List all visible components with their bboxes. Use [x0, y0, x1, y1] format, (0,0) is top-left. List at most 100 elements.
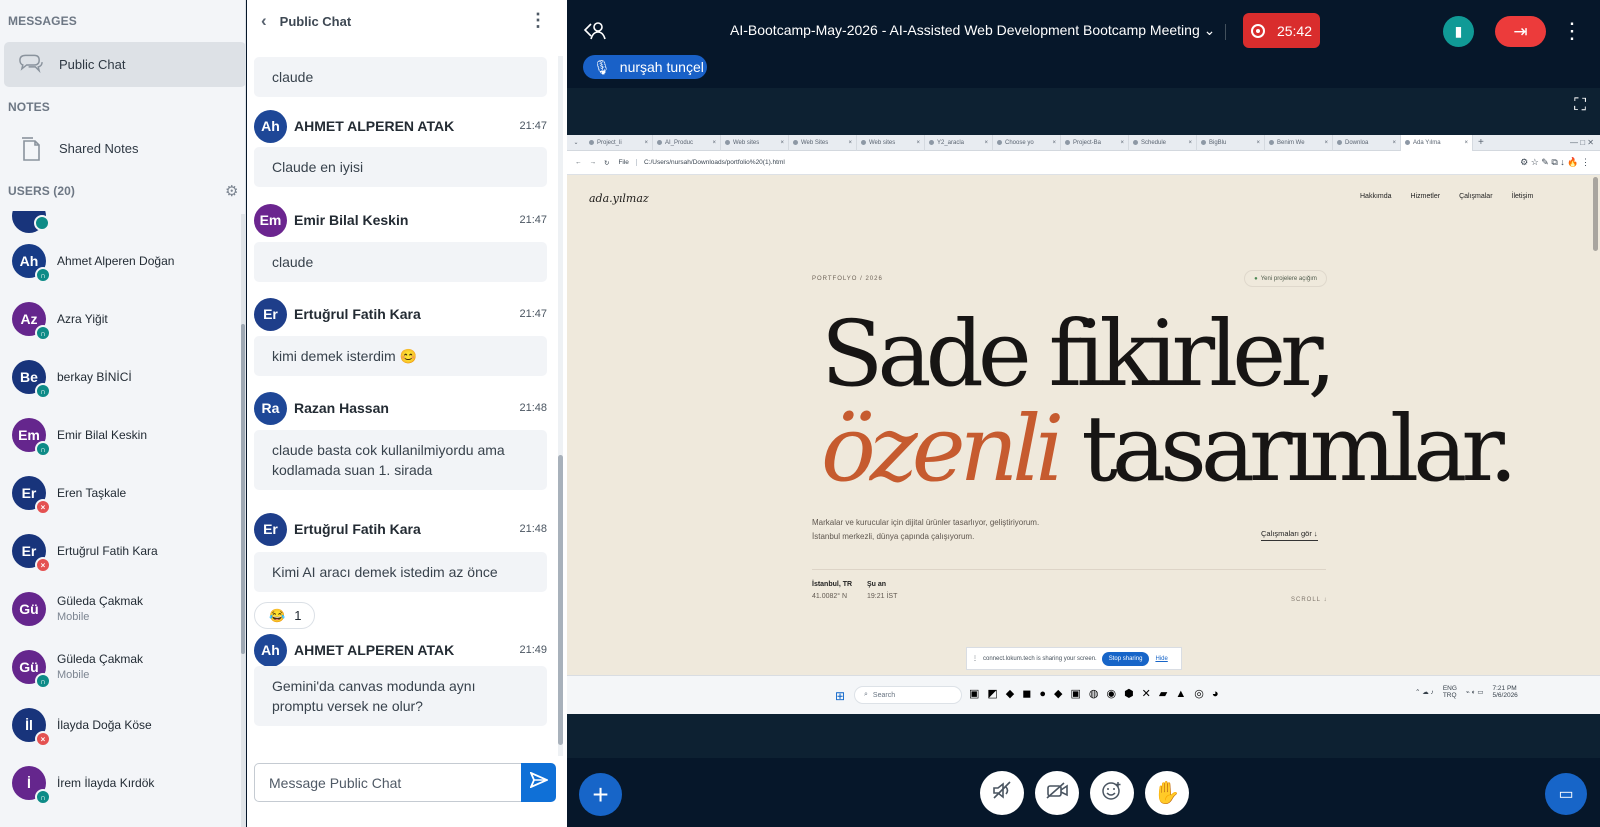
sender-initials: Er [263, 521, 278, 537]
user-list-item[interactable]: Az ∩ Azra Yiğit [0, 290, 240, 348]
tab-chevron-icon[interactable]: ⌄ [567, 139, 585, 146]
browser-tab[interactable]: Choose yo × [993, 135, 1061, 151]
send-button[interactable] [521, 763, 556, 802]
browser-tab[interactable]: Schedule × [1129, 135, 1197, 151]
close-icon[interactable]: × [780, 140, 784, 146]
browser-tab[interactable]: BigBlu × [1197, 135, 1265, 151]
chat-scrollbar[interactable] [558, 56, 563, 756]
reactions-button[interactable] [1090, 771, 1134, 815]
gear-icon[interactable]: ⚙ [225, 182, 238, 200]
users-list: Ah ∩ Ahmet Alperen Doğan Az ∩ Azra Yiğit Be ∩ be… [0, 211, 240, 827]
windows-taskbar: ⊞ ⌕ Search ▣◩◆◼●◆▣◍◉⬢✕▰▲◎◕ ⌃ ☁ ♪ ENG TRQ ⌁… [567, 675, 1600, 714]
message-input[interactable]: Message Public Chat [254, 763, 550, 802]
portfolio-logo[interactable]: ada.yılmaz [589, 192, 649, 205]
close-icon[interactable]: × [1256, 140, 1260, 146]
availability-badge[interactable]: ● Yeni projelere açığım [1244, 270, 1327, 287]
reload-icon[interactable]: ↻ [604, 159, 609, 167]
plus-icon: + [592, 778, 609, 810]
public-chat-nav-item[interactable]: Public Chat [4, 42, 245, 87]
leave-meeting-button[interactable]: ⇥ [1495, 16, 1546, 47]
recording-timer-button[interactable]: 25:42 [1243, 13, 1320, 48]
language-indicator[interactable]: ENG TRQ [1443, 685, 1457, 699]
tab-label: Y2_aracla [937, 139, 965, 146]
user-list-item[interactable]: Er × Ertuğrul Fatih Kara [0, 522, 240, 580]
browser-tab[interactable]: Downloa × [1333, 135, 1401, 151]
browser-tab[interactable]: Ada Yılma × [1401, 135, 1473, 151]
raise-hand-button[interactable]: ✋ [1145, 771, 1189, 815]
close-icon[interactable]: × [1392, 140, 1396, 146]
forward-icon[interactable]: → [590, 159, 597, 166]
message-bubble: claude [254, 57, 547, 97]
connection-status-button[interactable]: ▮ [1443, 16, 1474, 47]
browser-tab[interactable]: Project_li × [585, 135, 653, 151]
plus-actions-button[interactable]: + [579, 773, 622, 816]
meeting-title[interactable]: AI-Bootcamp-May-2026 - AI-Assisted Web D… [730, 22, 1215, 39]
language-line-1: ENG [1442, 685, 1457, 692]
camera-button[interactable] [1035, 771, 1079, 815]
browser-tab[interactable]: AI_Produc × [653, 135, 721, 151]
close-icon[interactable]: × [712, 140, 716, 146]
close-icon[interactable]: × [848, 140, 852, 146]
back-icon[interactable]: ← [575, 159, 582, 166]
new-tab-icon[interactable]: + [1478, 137, 1484, 148]
kebab-menu-icon[interactable]: ⋮ [1561, 18, 1583, 44]
browser-tab[interactable]: Benim We × [1265, 135, 1333, 151]
browser-tab[interactable]: Web Sites × [789, 135, 857, 151]
user-list-item[interactable]: Be ∩ berkay BİNİCİ [0, 348, 240, 406]
taskbar-search[interactable]: ⌕ Search [854, 686, 962, 704]
user-list-item[interactable]: İl × İlayda Doğa Köse [0, 696, 240, 754]
share-notice-text: connect.lokum.tech is sharing your scree… [983, 655, 1097, 662]
back-chevron-icon[interactable]: ‹ [261, 11, 267, 31]
network-volume-icons[interactable]: ⌁ ◐ ▭ [1466, 688, 1484, 696]
portfolio-nav-link[interactable]: Çalışmalar [1459, 193, 1492, 200]
message-bubble: Kimi AI aracı demek istedim az önce [254, 552, 547, 592]
system-clock[interactable]: 7:21 PM 5/6/2026 [1493, 685, 1518, 699]
user-list-item[interactable]: Gü Güleda Çakmak Mobile [0, 580, 240, 638]
window-controls[interactable]: — □ ✕ [1570, 138, 1594, 147]
portfolio-nav-link[interactable]: İletişim [1512, 193, 1534, 200]
close-icon[interactable]: × [984, 140, 988, 146]
shared-notes-nav-item[interactable]: Shared Notes [4, 126, 245, 171]
stop-sharing-button[interactable]: Stop sharing [1101, 651, 1150, 666]
reaction-chip[interactable]: 😂 1 [254, 602, 315, 629]
browser-tab[interactable]: Web sites × [721, 135, 789, 151]
works-link[interactable]: Çalışmaları gör ↓ [1261, 529, 1318, 541]
fullscreen-icon[interactable]: ⛶ [1574, 95, 1586, 115]
reaction-count: 1 [294, 608, 302, 623]
close-icon[interactable]: × [1324, 140, 1328, 146]
users-scrollbar[interactable] [241, 214, 245, 827]
more-options-icon[interactable]: ⋮ [529, 10, 547, 31]
close-icon[interactable]: × [1188, 140, 1192, 146]
presentation-toggle-button[interactable]: ▭ [1545, 773, 1587, 815]
tab-label: Web sites [869, 139, 896, 146]
url-text[interactable]: C:/Users/nursah/Downloads/portfolio%20(1… [644, 159, 785, 166]
audio-button[interactable] [980, 771, 1024, 815]
user-list-item[interactable]: Gü ∩ Güleda Çakmak Mobile [0, 638, 240, 696]
user-list-item[interactable]: İ ∩ İrem İlayda Kırdök [0, 754, 240, 812]
drag-handle-icon[interactable]: ⋮ [972, 655, 978, 662]
page-scrollbar[interactable] [1593, 177, 1598, 251]
portfolio-nav-link[interactable]: Hakkımda [1360, 193, 1392, 200]
language-line-2: TRQ [1442, 692, 1457, 699]
user-list-item[interactable]: Em ∩ Emir Bilal Keskin [0, 406, 240, 464]
availability-dot-icon: ● [1254, 275, 1258, 282]
message-time: 21:47 [519, 308, 547, 320]
tray-icons[interactable]: ⌃ ☁ ♪ [1415, 688, 1434, 696]
close-icon[interactable]: × [1120, 140, 1124, 146]
user-collapse-icon[interactable] [583, 20, 607, 45]
close-icon[interactable]: × [644, 140, 648, 146]
hide-link[interactable]: Hide [1155, 656, 1167, 662]
close-icon[interactable]: × [1052, 140, 1056, 146]
tab-label: Choose yo [1005, 139, 1034, 146]
user-name: Eren Taşkale [57, 486, 126, 500]
browser-tab[interactable]: Project-Ba × [1061, 135, 1129, 151]
close-icon[interactable]: × [916, 140, 920, 146]
user-list-item[interactable]: Ah ∩ Ahmet Alperen Doğan [0, 232, 240, 290]
portfolio-nav-link[interactable]: Hizmetler [1411, 193, 1441, 200]
browser-tab[interactable]: Web sites × [857, 135, 925, 151]
browser-tab[interactable]: Y2_aracla × [925, 135, 993, 151]
users-section-title: USERS (20) [8, 184, 76, 198]
user-list-item[interactable]: Er × Eren Taşkale [0, 464, 240, 522]
windows-start-icon[interactable]: ⊞ [835, 689, 845, 703]
close-icon[interactable]: × [1464, 140, 1468, 146]
